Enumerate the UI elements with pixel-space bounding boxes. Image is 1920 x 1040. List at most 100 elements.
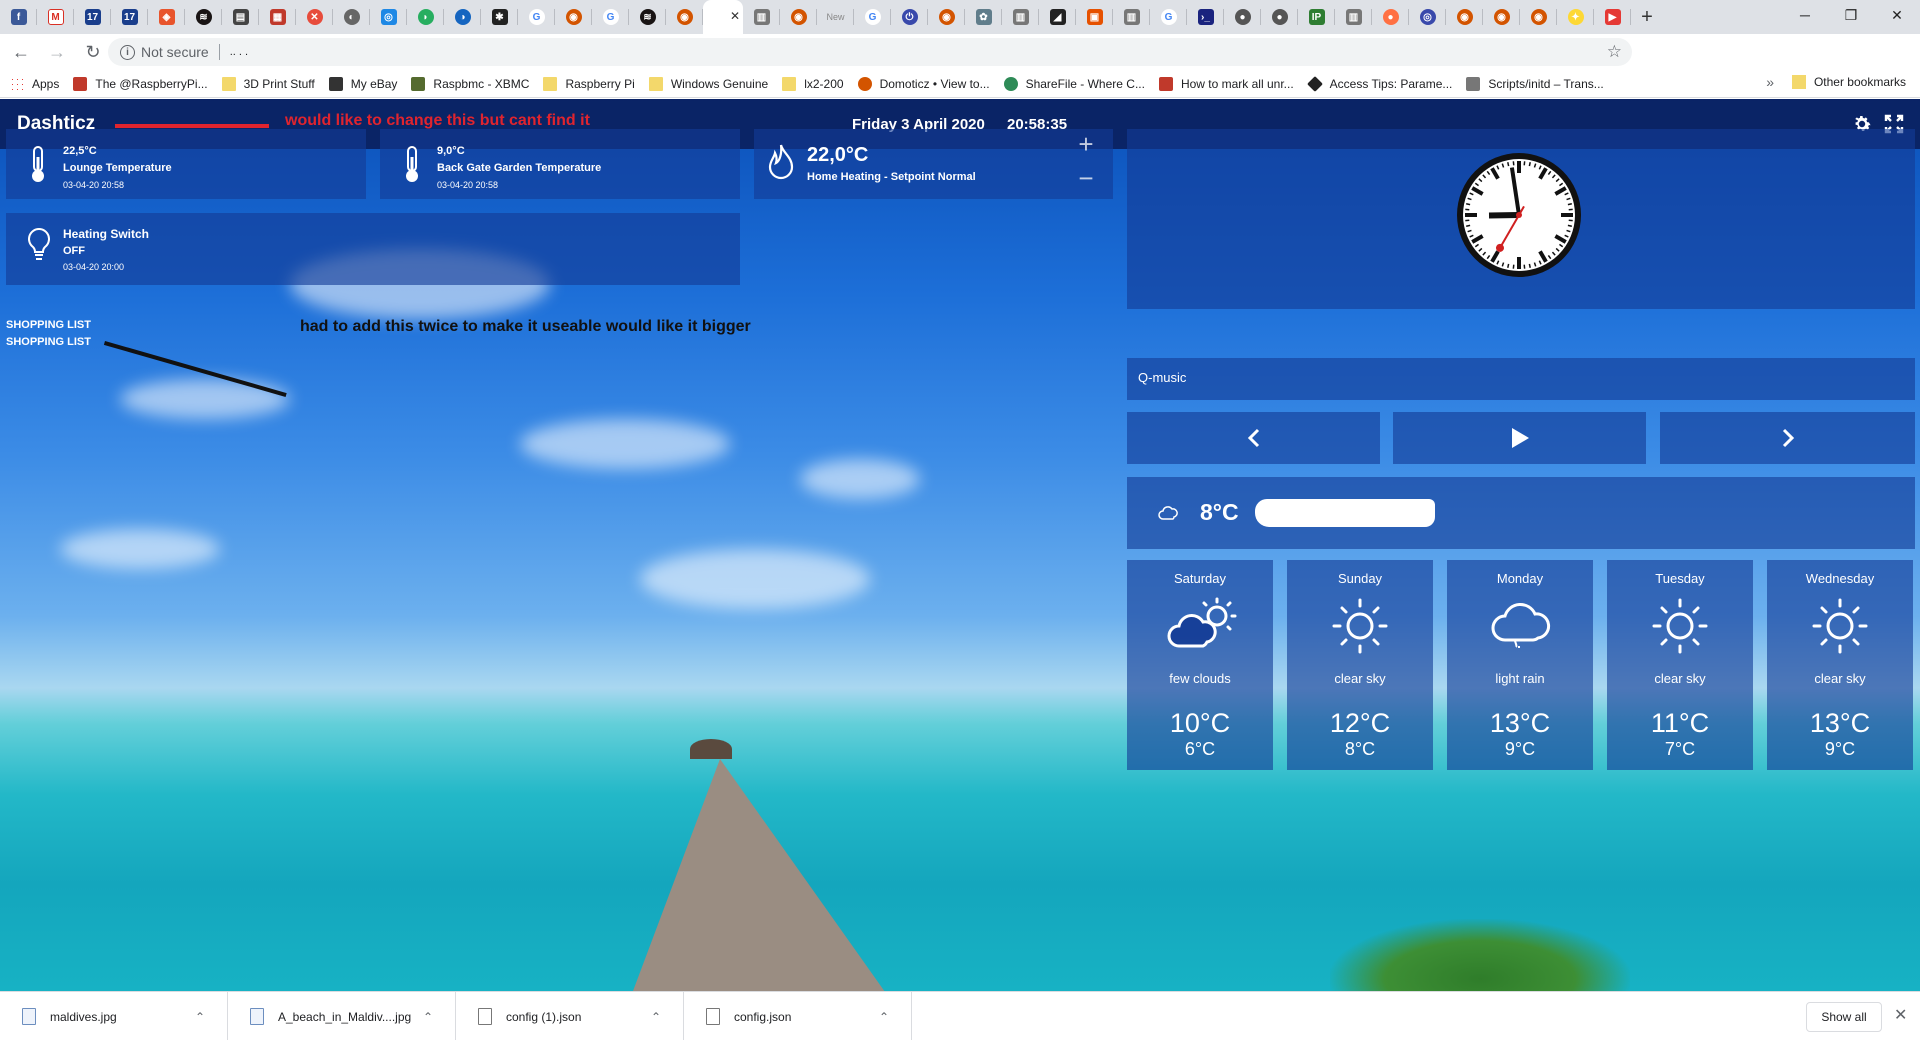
more-bookmarks-chevron-icon[interactable]: »: [1766, 74, 1774, 90]
heating-switch-block[interactable]: Heating Switch OFF 03-04-20 20:00: [6, 213, 740, 285]
tab-power[interactable]: ⏻: [891, 0, 928, 34]
tab-active[interactable]: ✕: [703, 0, 743, 34]
tab-orange-app[interactable]: ▣: [1076, 0, 1113, 34]
setpoint-plus-button[interactable]: +: [1070, 129, 1102, 160]
bookmark-item[interactable]: Raspbmc - XBMC: [411, 76, 529, 91]
close-window-button[interactable]: ✕: [1874, 0, 1920, 30]
show-all-button[interactable]: Show all: [1806, 1002, 1882, 1032]
bookmark-item[interactable]: ShareFile - Where C...: [1003, 76, 1145, 91]
tab-blue-circle[interactable]: ◑: [444, 0, 481, 34]
tab-reader-1[interactable]: ▥: [743, 0, 780, 34]
bookmark-item[interactable]: Scripts/initd – Trans...: [1466, 76, 1604, 91]
tab-calendar-1[interactable]: 17: [74, 0, 111, 34]
close-shelf-icon[interactable]: ✕: [1894, 1005, 1907, 1025]
tab-apple-2[interactable]: ●: [1261, 0, 1298, 34]
forecast-day: Sunday clear sky 12°C 8°C: [1287, 560, 1433, 770]
ebay-bag-icon: [328, 76, 343, 91]
tab-colorful[interactable]: ▦: [259, 0, 296, 34]
tab-domoticz-7[interactable]: ◉: [1520, 0, 1557, 34]
bookmark-label: Scripts/initd – Trans...: [1488, 76, 1604, 91]
temperature-value: 9,0°C: [437, 145, 465, 157]
address-bar[interactable]: i Not secure .. . . ☆: [108, 38, 1632, 66]
tab-shield[interactable]: ◈: [148, 0, 185, 34]
bookmark-item[interactable]: Access Tips: Parame...: [1306, 75, 1452, 92]
not-secure-label: Not secure: [141, 44, 209, 60]
bookmark-folder[interactable]: Windows Genuine: [648, 76, 768, 91]
bookmark-folder[interactable]: lx2-200: [782, 76, 844, 91]
tab-bag[interactable]: ▤: [222, 0, 259, 34]
tab-green[interactable]: ◗: [407, 0, 444, 34]
tab-red-circle[interactable]: ✕: [296, 0, 333, 34]
tab-domoticz-2[interactable]: ◉: [666, 0, 703, 34]
tab-spotify-2[interactable]: ≋: [629, 0, 666, 34]
tab-domoticz-1[interactable]: ◉: [555, 0, 592, 34]
maximize-button[interactable]: ❐: [1828, 0, 1874, 30]
forward-button[interactable]: →: [42, 37, 72, 67]
bookmark-folder[interactable]: Raspberry Pi: [543, 76, 635, 91]
tab-close-icon[interactable]: ✕: [730, 9, 740, 23]
tab-target[interactable]: ◎: [1409, 0, 1446, 34]
bookmark-item[interactable]: How to mark all unr...: [1158, 76, 1294, 91]
download-item[interactable]: config.json ⌃: [684, 992, 912, 1040]
download-item[interactable]: A_beach_in_Maldiv....jpg ⌃: [228, 992, 456, 1040]
tab-reader-3[interactable]: ▥: [1113, 0, 1150, 34]
tab-terminal[interactable]: ›_: [1187, 0, 1224, 34]
bookmark-item[interactable]: My eBay: [328, 76, 397, 91]
tab-orange-blob[interactable]: ●: [1372, 0, 1409, 34]
previous-button[interactable]: [1127, 412, 1380, 464]
bookmark-label: Other bookmarks: [1813, 75, 1906, 89]
annotation-text: had to add this twice to make it useable…: [300, 318, 751, 335]
lounge-temperature-block[interactable]: 22,5°C Lounge Temperature 03-04-20 20:58: [6, 129, 366, 199]
play-button[interactable]: [1393, 412, 1646, 464]
tab-ip[interactable]: IP: [1298, 0, 1335, 34]
bookmark-star-icon[interactable]: ☆: [1607, 42, 1622, 62]
back-button[interactable]: ←: [6, 37, 36, 67]
shopping-list-button[interactable]: SHOPPING LIST: [6, 336, 91, 348]
bookmark-folder[interactable]: 3D Print Stuff: [221, 76, 315, 91]
shopping-list-button[interactable]: SHOPPING LIST: [6, 319, 91, 331]
tab-new-tab[interactable]: New: [817, 0, 854, 34]
forecast-day-name: Monday: [1496, 571, 1544, 586]
tab-domoticz-6[interactable]: ◉: [1483, 0, 1520, 34]
bookmark-item[interactable]: Domoticz • View to...: [857, 76, 990, 91]
tab-reader-2[interactable]: ▥: [1002, 0, 1039, 34]
reload-button[interactable]: ↻: [78, 37, 108, 67]
tab-apple-1[interactable]: ●: [1224, 0, 1261, 34]
chevron-up-icon[interactable]: ⌃: [651, 1010, 661, 1024]
tab-reader-4[interactable]: ▥: [1335, 0, 1372, 34]
chevron-up-icon[interactable]: ⌃: [423, 1010, 433, 1024]
tab-facebook[interactable]: f: [0, 0, 37, 34]
tab-youtube[interactable]: ▶: [1594, 0, 1631, 34]
minimize-button[interactable]: ─: [1782, 0, 1828, 30]
tab-bulb[interactable]: ✦: [1557, 0, 1594, 34]
tab-domoticz-3[interactable]: ◉: [780, 0, 817, 34]
url-text[interactable]: .. . .: [230, 46, 248, 58]
tab-google-4[interactable]: G: [1150, 0, 1187, 34]
tab-spotify-1[interactable]: ≋: [185, 0, 222, 34]
tab-google-1[interactable]: G: [518, 0, 555, 34]
tab-blue-app[interactable]: ◎: [370, 0, 407, 34]
tab-domoticz-5[interactable]: ◉: [1446, 0, 1483, 34]
info-icon[interactable]: i: [120, 44, 135, 60]
bookmark-apps[interactable]: Apps: [10, 76, 59, 91]
chevron-up-icon[interactable]: ⌃: [879, 1010, 889, 1024]
tab-domoticz-4[interactable]: ◉: [928, 0, 965, 34]
bookmark-item[interactable]: The @RaspberryPi...: [73, 76, 208, 91]
other-bookmarks[interactable]: Other bookmarks: [1791, 75, 1906, 89]
garden-temperature-block[interactable]: 9,0°C Back Gate Garden Temperature 03-04…: [380, 129, 740, 199]
tab-star[interactable]: ✱: [481, 0, 518, 34]
tab-google-2[interactable]: G: [592, 0, 629, 34]
new-tab-button[interactable]: +: [1631, 0, 1663, 34]
tab-shoe[interactable]: ◢: [1039, 0, 1076, 34]
setpoint-minus-button[interactable]: −: [1070, 163, 1102, 194]
tab-gear-app[interactable]: ✿: [965, 0, 1002, 34]
forecast-day: Saturday few clouds 10°C 6°C: [1127, 560, 1273, 770]
tab-calendar-2[interactable]: 17: [111, 0, 148, 34]
tab-google-3[interactable]: G: [854, 0, 891, 34]
tab-gmail[interactable]: M: [37, 0, 74, 34]
next-button[interactable]: [1660, 412, 1915, 464]
download-item[interactable]: maldives.jpg ⌃: [0, 992, 228, 1040]
tab-globe[interactable]: ◐: [333, 0, 370, 34]
chevron-up-icon[interactable]: ⌃: [195, 1010, 205, 1024]
download-item[interactable]: config (1).json ⌃: [456, 992, 684, 1040]
